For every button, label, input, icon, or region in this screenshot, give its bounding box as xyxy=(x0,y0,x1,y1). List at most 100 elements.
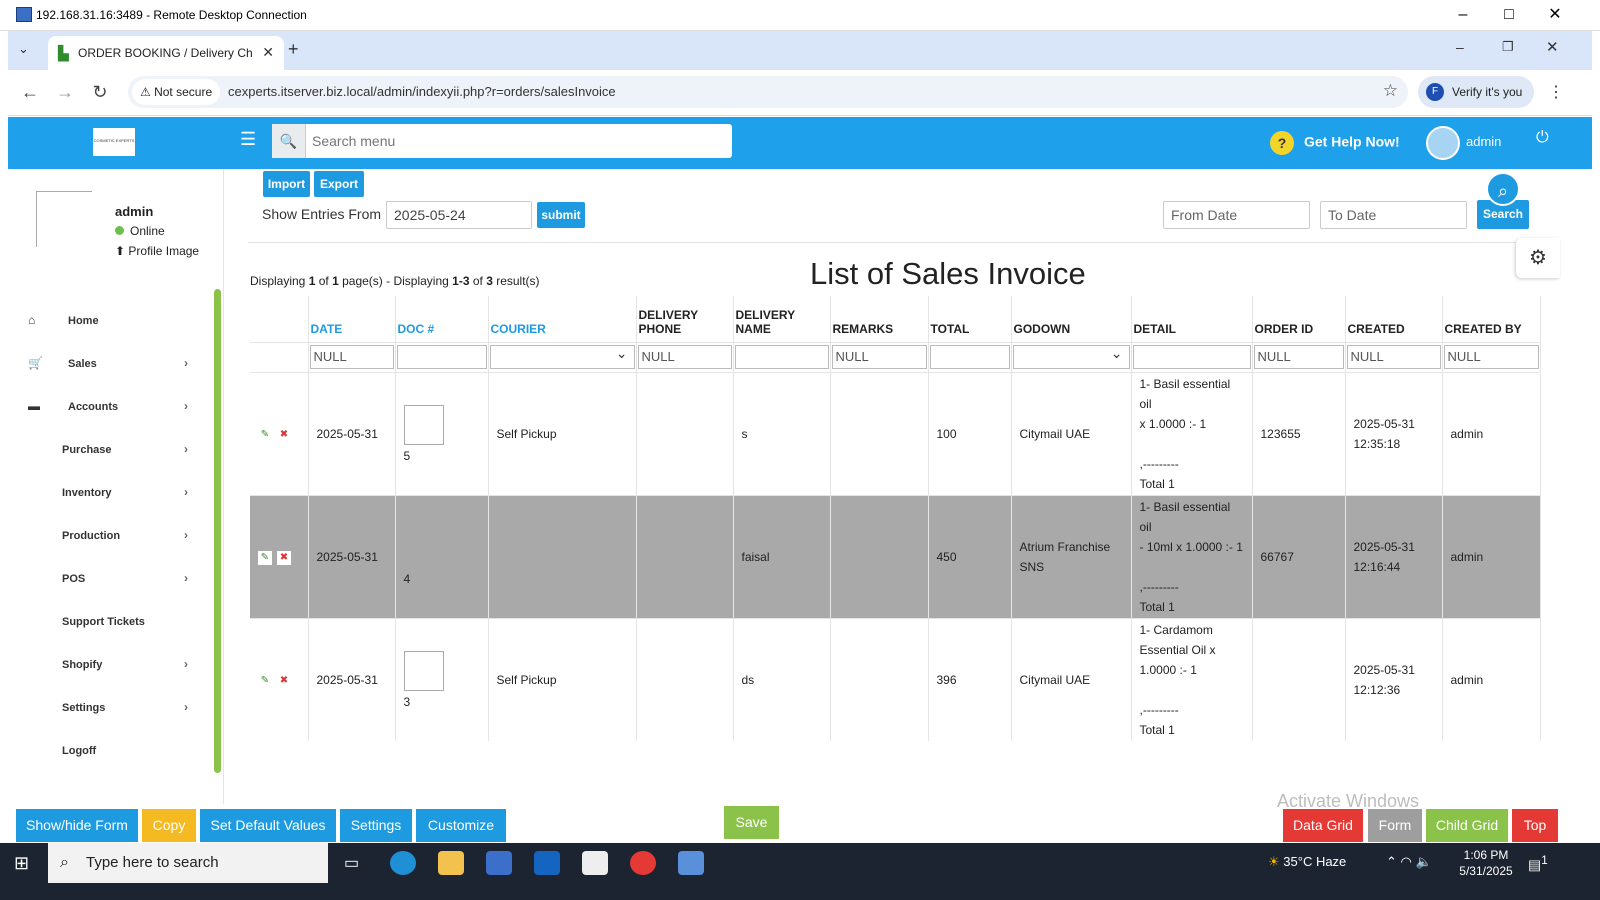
sidebar-item-shopify[interactable]: Shopify › xyxy=(8,655,198,677)
courier-filter-select[interactable] xyxy=(489,342,635,369)
security-chip[interactable]: ⚠ Not secure xyxy=(132,79,221,105)
forward-arrow-icon[interactable]: → xyxy=(53,82,77,103)
browser-tab[interactable]: ▙ ORDER BOOKING / Delivery Ch ✕ xyxy=(48,36,284,70)
child-grid-button[interactable]: Child Grid xyxy=(1426,809,1508,842)
phone-filter-input[interactable]: NULL xyxy=(637,345,732,369)
chrome-icon[interactable] xyxy=(630,851,656,875)
save-button[interactable]: Save xyxy=(724,806,779,839)
edit-pencil-icon[interactable]: ✎ xyxy=(258,428,272,442)
back-arrow-icon[interactable]: ← xyxy=(18,82,42,103)
edge-browser-icon[interactable] xyxy=(390,851,416,875)
sidebar-item-pos[interactable]: POS › xyxy=(8,569,198,591)
taskbar-clock[interactable]: 1:06 PM 5/31/2025 xyxy=(1456,847,1516,879)
outlook-icon[interactable] xyxy=(534,851,560,875)
power-icon[interactable]: ⏻ xyxy=(1536,129,1549,147)
import-button[interactable]: Import xyxy=(263,171,310,197)
sidebar-item-settings[interactable]: Settings › xyxy=(8,698,198,720)
windows-start-icon[interactable]: ⊞ xyxy=(14,853,29,874)
table-row[interactable]: ✎ ✖ 2025-05-31 4 faisal 450 Atrium Franch… xyxy=(250,494,1541,618)
chevron-right-icon: › xyxy=(184,356,188,370)
hamburger-menu-icon[interactable]: ☰ xyxy=(240,129,256,150)
profile-image-link[interactable]: ⬆ Profile Image xyxy=(115,244,199,258)
detail-filter-input[interactable] xyxy=(1132,345,1251,369)
sidebar-scrollbar[interactable] xyxy=(214,289,221,773)
table-row[interactable]: ✎ ✖ 2025-05-31 5 Self Pickup s 100 Cityma… xyxy=(250,371,1541,495)
system-tray-icons[interactable]: ⌃ ◠ 🔈 xyxy=(1386,854,1432,870)
column-header-doc[interactable]: DOC # xyxy=(395,296,489,342)
url-text[interactable]: cexperts.itserver.biz.local/admin/indexy… xyxy=(228,84,616,99)
company-logo[interactable]: COSMETIC EXPERTS xyxy=(93,128,135,156)
user-menu[interactable]: admin xyxy=(1426,125,1501,160)
remarks-filter-input[interactable]: NULL xyxy=(831,345,927,369)
column-header-courier[interactable]: COURIER xyxy=(488,296,637,342)
tab-close-icon[interactable]: ✕ xyxy=(262,44,274,61)
export-button[interactable]: Export xyxy=(314,171,364,197)
sidebar-item-accounts[interactable]: ▬ Accounts › xyxy=(8,397,198,419)
store-icon[interactable] xyxy=(486,851,512,875)
copy-button[interactable]: Copy xyxy=(142,809,196,842)
show-hide-form-button[interactable]: Show/hide Form xyxy=(16,809,138,842)
settings-button[interactable]: Settings xyxy=(340,809,412,842)
gear-icon[interactable]: ⚙ xyxy=(1516,238,1560,278)
created-by-filter-input[interactable]: NULL xyxy=(1443,345,1539,369)
sidebar-item-sales[interactable]: 🛒 Sales › xyxy=(8,354,198,376)
broken-image-icon[interactable] xyxy=(403,527,444,568)
name-filter-input[interactable] xyxy=(734,345,829,369)
search-icon[interactable]: ⌕ xyxy=(1486,172,1520,206)
column-header-date[interactable]: DATE xyxy=(308,296,396,342)
browser-restore-button[interactable]: ❐ xyxy=(1502,39,1514,55)
file-explorer-icon[interactable] xyxy=(438,851,464,875)
delete-icon[interactable]: ✖ xyxy=(277,550,291,565)
date-filter-input[interactable]: NULL xyxy=(309,345,394,369)
remote-desktop-taskbar-icon[interactable] xyxy=(678,851,704,875)
vnc-viewer-icon[interactable] xyxy=(582,851,608,875)
edit-pencil-icon[interactable]: ✎ xyxy=(258,550,272,565)
table-row[interactable]: ✎ ✖ 2025-05-31 3 Self Pickup ds 396 Citym… xyxy=(250,617,1541,741)
menu-search-input[interactable] xyxy=(312,130,712,152)
sidebar-item-support-tickets[interactable]: Support Tickets xyxy=(8,612,198,634)
address-bar[interactable]: ⚠ Not secure cexperts.itserver.biz.local… xyxy=(128,76,1408,108)
show-entries-date-input[interactable]: 2025-05-24 xyxy=(386,201,532,229)
tab-search-button[interactable]: ⌄ xyxy=(18,41,29,57)
submit-button[interactable]: submit xyxy=(537,202,585,228)
weather-widget[interactable]: ☀ 35°C Haze xyxy=(1268,854,1346,870)
broken-image-icon[interactable] xyxy=(403,404,444,445)
order-id-filter-input[interactable]: NULL xyxy=(1253,345,1344,369)
task-view-icon[interactable]: ▭ xyxy=(344,853,359,873)
minimize-button[interactable]: – xyxy=(1440,4,1486,26)
data-grid-button[interactable]: Data Grid xyxy=(1283,809,1363,842)
delete-icon[interactable]: ✖ xyxy=(277,428,291,442)
sidebar-item-inventory[interactable]: Inventory › xyxy=(8,483,198,505)
broken-image-icon[interactable] xyxy=(403,650,444,691)
created-filter-input[interactable]: NULL xyxy=(1346,345,1441,369)
bookmark-star-icon[interactable]: ☆ xyxy=(1383,81,1398,101)
top-button[interactable]: Top xyxy=(1512,809,1558,842)
total-filter-input[interactable] xyxy=(929,345,1010,369)
customize-button[interactable]: Customize xyxy=(416,809,506,842)
sidebar-item-purchase[interactable]: Purchase › xyxy=(8,440,198,462)
edit-pencil-icon[interactable]: ✎ xyxy=(258,674,272,688)
set-default-values-button[interactable]: Set Default Values xyxy=(200,809,336,842)
notification-icon[interactable]: ▤1 xyxy=(1528,854,1548,874)
godown-filter-select[interactable] xyxy=(1012,342,1130,369)
verify-identity-button[interactable]: F Verify it's you xyxy=(1418,76,1534,108)
sidebar-item-home[interactable]: ⌂ Home xyxy=(8,311,198,333)
sidebar-item-logoff[interactable]: Logoff xyxy=(8,741,198,763)
doc-filter-input[interactable] xyxy=(396,345,487,369)
delete-icon[interactable]: ✖ xyxy=(277,674,291,688)
to-date-input[interactable]: To Date xyxy=(1320,201,1467,229)
reload-icon[interactable]: ↻ xyxy=(88,82,112,103)
taskbar-search[interactable]: ⌕ Type here to search xyxy=(48,843,328,883)
from-date-input[interactable]: From Date xyxy=(1163,201,1310,229)
sidebar-item-production[interactable]: Production › xyxy=(8,526,198,548)
browser-menu-icon[interactable]: ⋮ xyxy=(1548,82,1564,102)
maximize-button[interactable]: □ xyxy=(1486,4,1532,26)
browser-close-button[interactable]: ✕ xyxy=(1546,38,1559,56)
profile-image-label: Profile Image xyxy=(128,244,200,258)
close-window-button[interactable]: ✕ xyxy=(1532,4,1578,26)
form-button[interactable]: Form xyxy=(1368,809,1422,842)
search-icon[interactable]: 🔍 xyxy=(272,124,306,158)
get-help-link[interactable]: ? Get Help Now! xyxy=(1270,131,1400,155)
new-tab-button[interactable]: + xyxy=(288,39,299,60)
browser-minimize-button[interactable]: – xyxy=(1456,39,1464,55)
